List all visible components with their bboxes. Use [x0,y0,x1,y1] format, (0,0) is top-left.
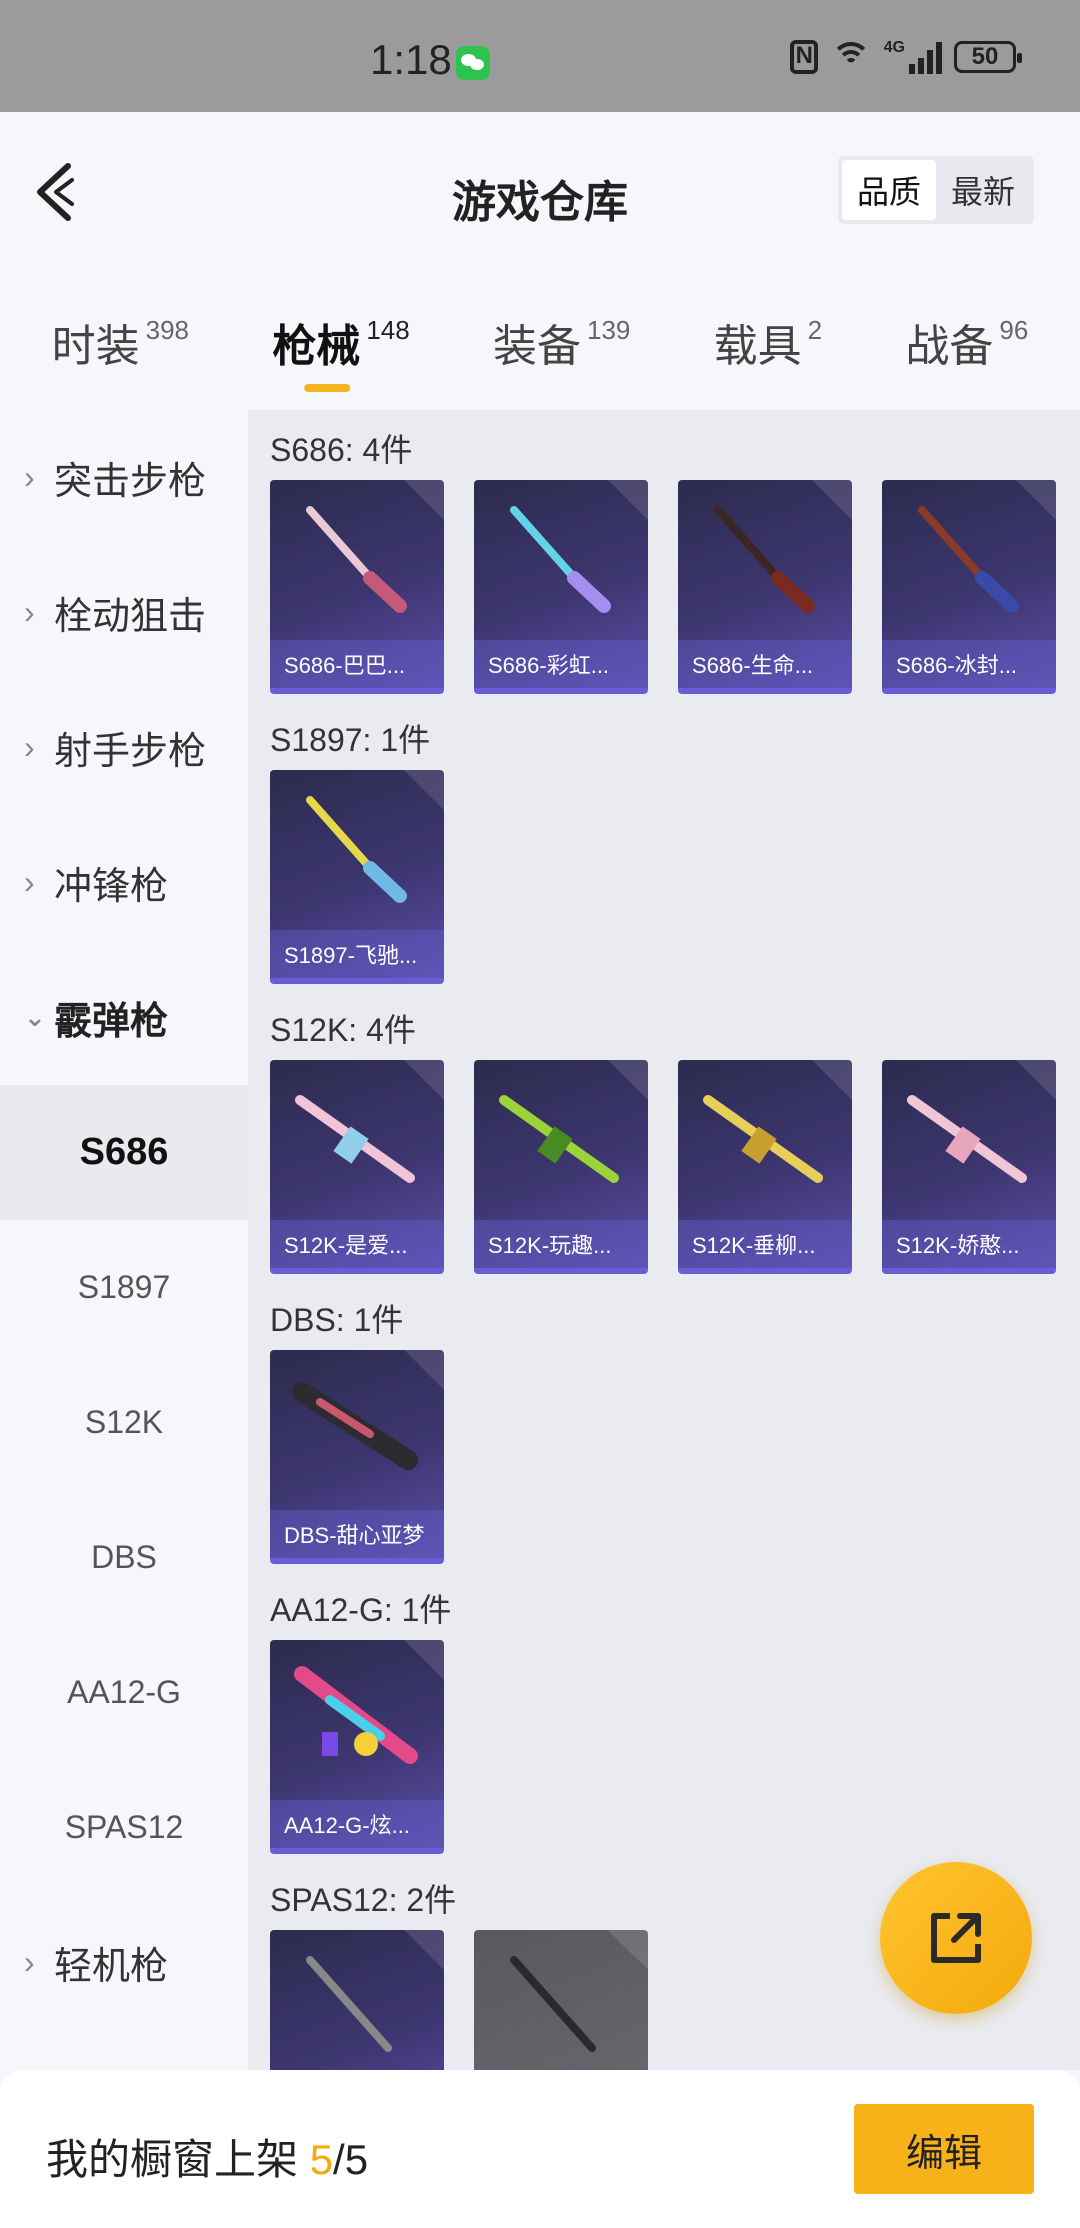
tab-equipment[interactable]: 装备 139 [493,290,630,400]
item-grid: DBS-甜心亚梦 [248,1350,1080,1570]
item-label: S12K-垂柳... [678,1220,852,1268]
sidebar-sub-s686[interactable]: S686 [0,1085,248,1220]
tab-indicator [304,384,351,392]
shotgun-icon [306,796,407,903]
tab-vehicles[interactable]: 载具 2 [714,290,822,400]
status-icons: 4G 50 [789,39,1022,74]
item-card[interactable]: S686-巴巴... [270,480,444,694]
item-label: S12K-是爱... [270,1220,444,1268]
sidebar-item-assault-rifle[interactable]: › 突击步枪 [0,410,248,545]
shotgun-icon [918,506,1019,613]
group-title: AA12-G: 1件 [270,1592,452,1628]
category-tabs: 时装 398 枪械 148 装备 139 载具 2 战备 96 [0,290,1080,400]
sidebar-sub-aa12g[interactable]: AA12-G [0,1625,248,1760]
shotgun-icon [306,1956,392,2052]
item-grid: S12K-是爱... S12K-玩趣... S12K-垂柳... S12K-娇憨… [248,1060,1080,1280]
item-card[interactable]: S1897-飞驰... [270,770,444,984]
wechat-icon [456,46,490,80]
status-bar: 1:18 4G 50 [0,0,1080,112]
shelf-total: /5 [333,2136,369,2183]
group-title: S12K: 4件 [270,1012,416,1048]
shotgun-icon [306,506,407,613]
tab-gear[interactable]: 战备 96 [905,290,1028,400]
item-label: AA12-G-炫... [270,1800,444,1848]
share-button[interactable] [880,1862,1032,2014]
item-card[interactable]: S12K-娇憨... [882,1060,1056,1274]
network-label: 4G [883,39,905,56]
item-card[interactable]: S686-生命... [678,480,852,694]
share-icon [931,1913,981,1963]
item-grid: S1897-飞驰... [248,770,1080,990]
item-label: S686-巴巴... [270,640,444,688]
nfc-icon [789,40,818,74]
rifle-icon [499,1095,619,1183]
wifi-icon [830,40,872,74]
item-grid: S686-巴巴... S686-彩虹... S686-生命... S686-冰封… [248,480,1080,700]
battery-level: 50 [971,43,999,70]
item-card[interactable]: S686-冰封... [882,480,1056,694]
edit-button[interactable]: 编辑 [854,2104,1034,2194]
sidebar-item-smg[interactable]: › 冲锋枪 [0,815,248,950]
group-title: S1897: 1件 [270,722,431,758]
item-card[interactable]: S12K-是爱... [270,1060,444,1274]
item-label: S686-冰封... [882,640,1056,688]
item-label: S12K-娇憨... [882,1220,1056,1268]
signal-icon [909,40,942,74]
item-label: S12K-玩趣... [474,1220,648,1268]
sidebar-sub-s1897[interactable]: S1897 [0,1220,248,1355]
sidebar-sub-dbs[interactable]: DBS [0,1490,248,1625]
shotgun-icon [714,506,815,613]
rifle-icon [295,1095,415,1183]
tab-guns[interactable]: 枪械 148 [272,290,410,400]
item-grid: AA12-G-炫... [248,1640,1080,1860]
sidebar-item-marksman-rifle[interactable]: › 射手步枪 [0,680,248,815]
sort-quality-button[interactable]: 品质 [842,160,936,220]
chevron-right-icon: › [24,1944,35,1980]
sidebar-item-shotgun[interactable]: ⌄ 霰弹枪 [0,950,248,1085]
battery-icon: 50 [954,41,1022,73]
sidebar-item-bolt-sniper[interactable]: › 栓动狙击 [0,545,248,680]
shelf-current: 5 [309,2136,334,2183]
item-card[interactable]: DBS-甜心亚梦 [270,1350,444,1564]
item-label: S686-彩虹... [474,640,648,688]
shotgun-icon [510,1956,596,2052]
chevron-right-icon: › [24,459,35,495]
item-card[interactable]: S686-彩虹... [474,480,648,694]
sidebar-item-lmg[interactable]: › 轻机枪 [0,1895,248,2030]
sidebar-sub-s12k[interactable]: S12K [0,1355,248,1490]
item-label: S686-生命... [678,640,852,688]
shotgun-icon [510,506,611,613]
chevron-right-icon: › [24,864,35,900]
item-card[interactable] [270,1930,444,2070]
item-card[interactable]: S12K-垂柳... [678,1060,852,1274]
item-card[interactable] [474,1930,648,2070]
rifle-icon [703,1095,823,1183]
shelf-label: 我的橱窗上架 [46,2136,299,2183]
chevron-down-icon: ⌄ [24,1002,46,1032]
inventory-list[interactable]: S686: 4件 S686-巴巴... S686-彩虹... S686-生命..… [248,410,1080,2070]
item-label: DBS-甜心亚梦 [270,1510,444,1558]
item-label: S1897-飞驰... [270,930,444,978]
sidebar-sub-spas12[interactable]: SPAS12 [0,1760,248,1895]
header: 游戏仓库 品质 最新 [0,112,1080,272]
status-time: 1:18 [370,36,452,83]
chevron-right-icon: › [24,729,35,765]
group-title: DBS: 1件 [270,1302,404,1338]
sort-toggle: 品质 最新 [838,156,1034,224]
sort-newest-button[interactable]: 最新 [936,160,1030,220]
shelf-status: 我的橱窗上架 5/5 [46,2126,368,2187]
item-card[interactable]: AA12-G-炫... [270,1640,444,1854]
bottom-bar: 我的橱窗上架 5/5 编辑 [0,2070,1080,2228]
tab-fashion[interactable]: 时装 398 [52,290,189,400]
sidebar: › 突击步枪 › 栓动狙击 › 射手步枪 › 冲锋枪 ⌄ 霰弹枪 S686 S1897 S… [0,410,248,2070]
shotgun-icon [292,1382,418,1470]
item-card[interactable]: S12K-玩趣... [474,1060,648,1274]
group-title: S686: 4件 [270,432,413,468]
chevron-right-icon: › [24,594,35,630]
rifle-icon [907,1095,1027,1183]
shotgun-icon [294,1666,418,1764]
